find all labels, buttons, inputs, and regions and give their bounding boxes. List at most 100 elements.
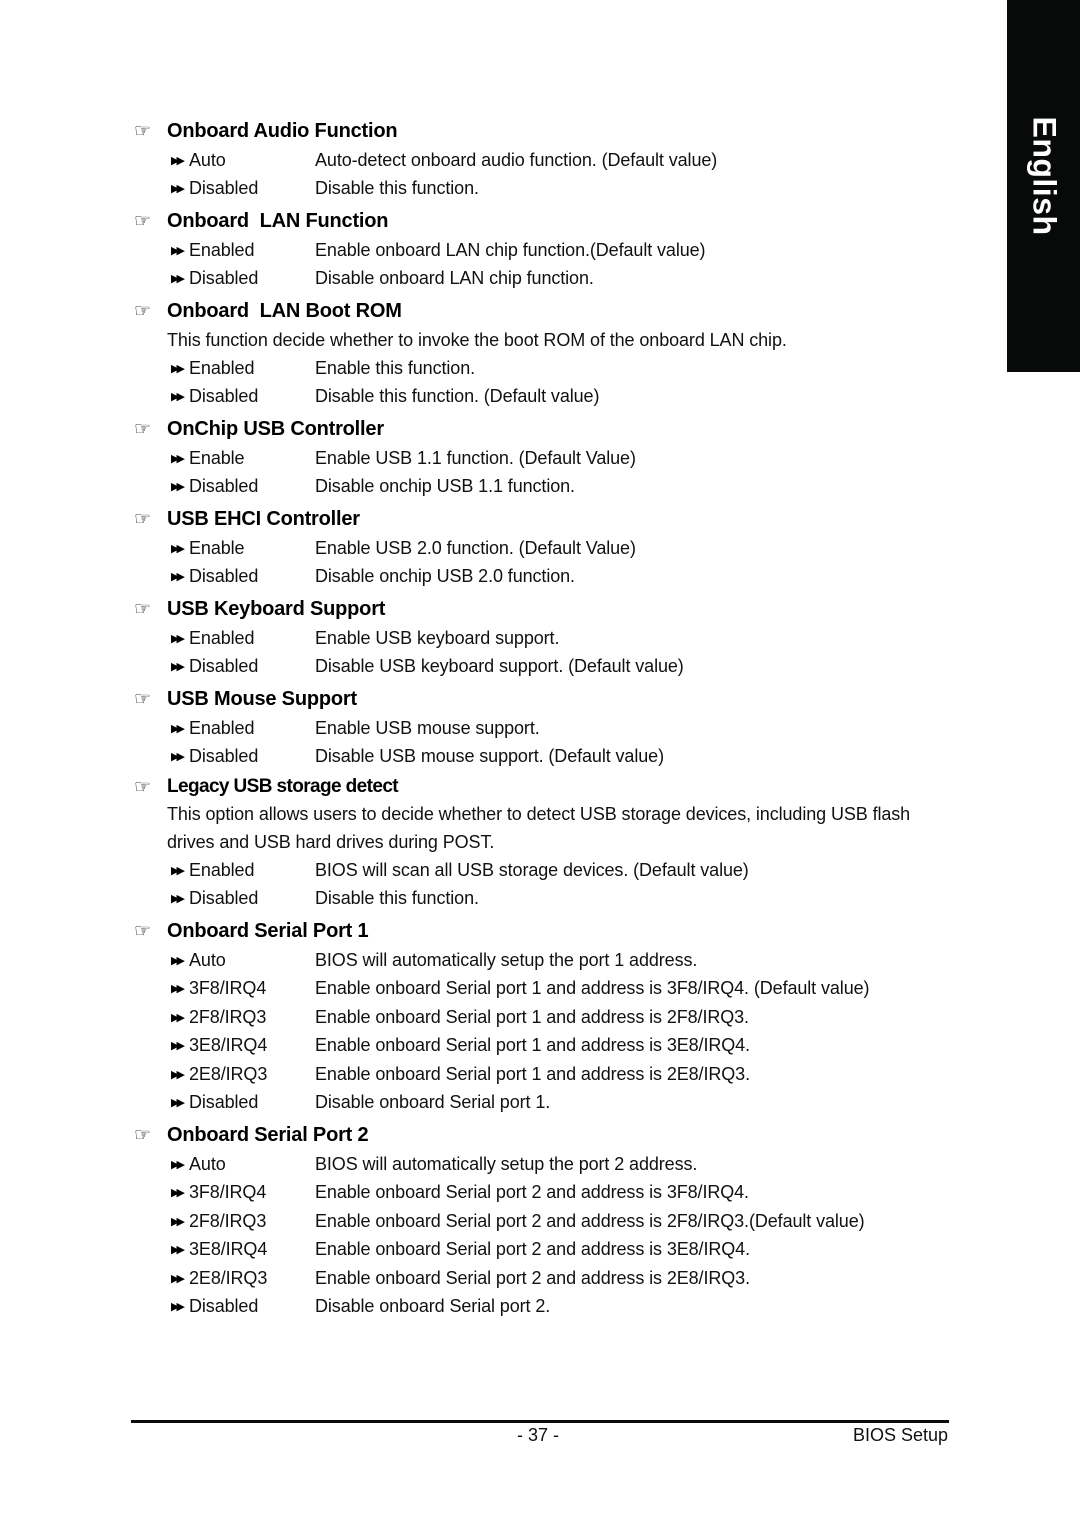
- double-arrow-icon: ▶▶: [171, 1215, 185, 1228]
- footer-section-title: BIOS Setup: [852, 1425, 948, 1445]
- option-description: Disable USB keyboard support. (Default v…: [315, 656, 684, 677]
- option-description: Enable USB mouse support.: [315, 717, 540, 738]
- double-arrow-icon: ▶▶: [171, 954, 185, 967]
- double-arrow-icon: ▶▶: [171, 983, 185, 996]
- option-description: Enable onboard LAN chip function.(Defaul…: [315, 239, 706, 260]
- section-legacy-usb-storage-detect: ☞ Legacy USB storage detect This option a…: [134, 774, 964, 913]
- option-description: Enable onboard Serial port 1 and address…: [315, 1063, 750, 1084]
- footer-divider: [131, 1420, 949, 1423]
- option-value: Enabled: [189, 357, 255, 378]
- option-description: Disable onboard LAN chip function.: [315, 268, 594, 289]
- pointing-hand-icon: ☞: [134, 1124, 151, 1146]
- option-row: ▶▶ Enabled Enable onboard LAN chip functio…: [171, 236, 964, 265]
- section-onboard-audio-function: ☞ Onboard Audio Function ▶▶ Auto Auto-detec…: [134, 116, 964, 203]
- double-arrow-icon: ▶▶: [171, 1272, 185, 1285]
- option-row: ▶▶ 2F8/IRQ3 Enable onboard Serial port 2 a…: [171, 1207, 964, 1236]
- double-arrow-icon: ▶▶: [171, 542, 185, 555]
- double-arrow-icon: ▶▶: [171, 391, 185, 404]
- option-row: ▶▶ Enable Enable USB 1.1 function. (Defaul…: [171, 444, 964, 473]
- option-description: Disable onchip USB 2.0 function.: [315, 566, 575, 587]
- language-side-tab: English: [1007, 0, 1080, 372]
- option-value: Auto: [189, 1153, 226, 1174]
- option-description: Enable this function.: [315, 357, 476, 378]
- section-onboard-serial-port-2: ☞ Onboard Serial Port 2 ▶▶ Auto BIOS will a…: [134, 1120, 964, 1321]
- bios-options-content: ☞ Onboard Audio Function ▶▶ Auto Auto-detec…: [134, 113, 964, 1321]
- option-value: Disabled: [189, 656, 259, 677]
- double-arrow-icon: ▶▶: [171, 1187, 185, 1200]
- double-arrow-icon: ▶▶: [171, 154, 185, 167]
- option-value: Disabled: [189, 268, 259, 289]
- option-row: ▶▶ Enable Enable USB 2.0 function. (Defaul…: [171, 534, 964, 563]
- option-description: Enable onboard Serial port 1 and address…: [315, 1035, 750, 1056]
- option-row: ▶▶ 3E8/IRQ4 Enable onboard Serial port 2 a…: [171, 1236, 964, 1265]
- page-number: - 37 -: [517, 1425, 560, 1445]
- double-arrow-icon: ▶▶: [171, 452, 185, 465]
- option-value: Disabled: [189, 1092, 259, 1113]
- option-row: ▶▶ 2E8/IRQ3 Enable onboard Serial port 2 a…: [171, 1264, 964, 1293]
- section-title: Onboard Serial Port 1: [167, 919, 369, 942]
- double-arrow-icon: ▶▶: [171, 1040, 185, 1053]
- option-description: Disable this function.: [315, 888, 479, 909]
- pointing-hand-icon: ☞: [134, 418, 151, 440]
- option-value: Enabled: [189, 859, 255, 880]
- option-description: Disable onboard Serial port 1.: [315, 1092, 551, 1113]
- option-row: ▶▶ Disabled Disable USB mouse support. (De…: [171, 743, 964, 772]
- option-description: BIOS will scan all USB storage devices. …: [315, 859, 749, 880]
- double-arrow-icon: ▶▶: [171, 273, 185, 286]
- option-value: 3F8/IRQ4: [189, 1182, 267, 1203]
- double-arrow-icon: ▶▶: [171, 481, 185, 494]
- option-row: ▶▶ 3E8/IRQ4 Enable onboard Serial port 1 a…: [171, 1032, 964, 1061]
- option-value: Auto: [189, 949, 226, 970]
- option-row: ▶▶ Auto Auto-detect onboard audio function…: [171, 146, 964, 175]
- option-row: ▶▶ Enabled Enable this function.: [171, 354, 964, 383]
- option-description: Enable USB keyboard support.: [315, 627, 560, 648]
- option-value: Disabled: [189, 386, 259, 407]
- section-title: USB Mouse Support: [167, 687, 357, 710]
- option-value: Disabled: [189, 1296, 259, 1317]
- option-row: ▶▶ Enabled Enable USB mouse support.: [171, 714, 964, 743]
- section-description: This option allows users to decide wheth…: [167, 804, 911, 852]
- option-description: Disable onboard Serial port 2.: [315, 1296, 551, 1317]
- option-row: ▶▶ Enabled BIOS will scan all USB storage …: [171, 856, 964, 885]
- double-arrow-icon: ▶▶: [171, 1158, 185, 1171]
- pointing-hand-icon: ☞: [134, 210, 151, 232]
- option-value: Disabled: [189, 746, 259, 767]
- double-arrow-icon: ▶▶: [171, 571, 185, 584]
- option-description: Enable USB 1.1 function. (Default Value): [315, 447, 636, 468]
- option-description: Enable onboard Serial port 2 and address…: [315, 1267, 750, 1288]
- double-arrow-icon: ▶▶: [171, 722, 185, 735]
- double-arrow-icon: ▶▶: [171, 1097, 185, 1110]
- option-value: 2E8/IRQ3: [189, 1267, 268, 1288]
- option-row: ▶▶ Disabled Disable onboard Serial port 1.: [171, 1089, 964, 1118]
- double-arrow-icon: ▶▶: [171, 1301, 185, 1314]
- option-value: Enabled: [189, 627, 255, 648]
- option-row: ▶▶ 3F8/IRQ4 Enable onboard Serial port 1 a…: [171, 975, 964, 1004]
- option-row: ▶▶ Disabled Disable onboard LAN chip funct…: [171, 265, 964, 294]
- option-description: Disable this function.: [315, 178, 479, 199]
- option-description: Disable USB mouse support. (Default valu…: [315, 746, 664, 767]
- option-description: BIOS will automatically setup the port 1…: [315, 949, 698, 970]
- option-row: ▶▶ Disabled Disable USB keyboard support. …: [171, 653, 964, 682]
- option-row: ▶▶ Auto BIOS will automatically setup the …: [171, 946, 964, 975]
- option-value: Auto: [189, 149, 226, 170]
- double-arrow-icon: ▶▶: [171, 244, 185, 257]
- double-arrow-icon: ▶▶: [171, 362, 185, 375]
- section-title: Onboard Serial Port 2: [167, 1123, 369, 1146]
- section-usb-ehci-controller: ☞ USB EHCI Controller ▶▶ Enable Enable USB …: [134, 504, 964, 591]
- section-onboard-lan-function: ☞ Onboard LAN Function ▶▶ Enabled Enable on…: [134, 206, 964, 293]
- option-value: Disabled: [189, 566, 259, 587]
- option-row: ▶▶ Disabled Disable onchip USB 1.1 functio…: [171, 473, 964, 502]
- option-value: Disabled: [189, 888, 259, 909]
- option-description: Enable onboard Serial port 2 and address…: [315, 1239, 750, 1260]
- pointing-hand-icon: ☞: [134, 920, 151, 942]
- option-description: Auto-detect onboard audio function. (Def…: [315, 149, 718, 170]
- pointing-hand-icon: ☞: [134, 120, 151, 142]
- option-value: Enable: [189, 537, 245, 558]
- section-onboard-lan-boot-rom: ☞ Onboard LAN Boot ROM This function deci…: [134, 296, 964, 411]
- section-title: Legacy USB storage detect: [167, 776, 399, 797]
- double-arrow-icon: ▶▶: [171, 183, 185, 196]
- double-arrow-icon: ▶▶: [171, 1068, 185, 1081]
- double-arrow-icon: ▶▶: [171, 751, 185, 764]
- option-row: ▶▶ Disabled Disable this function.: [171, 885, 964, 914]
- pointing-hand-icon: ☞: [134, 508, 151, 530]
